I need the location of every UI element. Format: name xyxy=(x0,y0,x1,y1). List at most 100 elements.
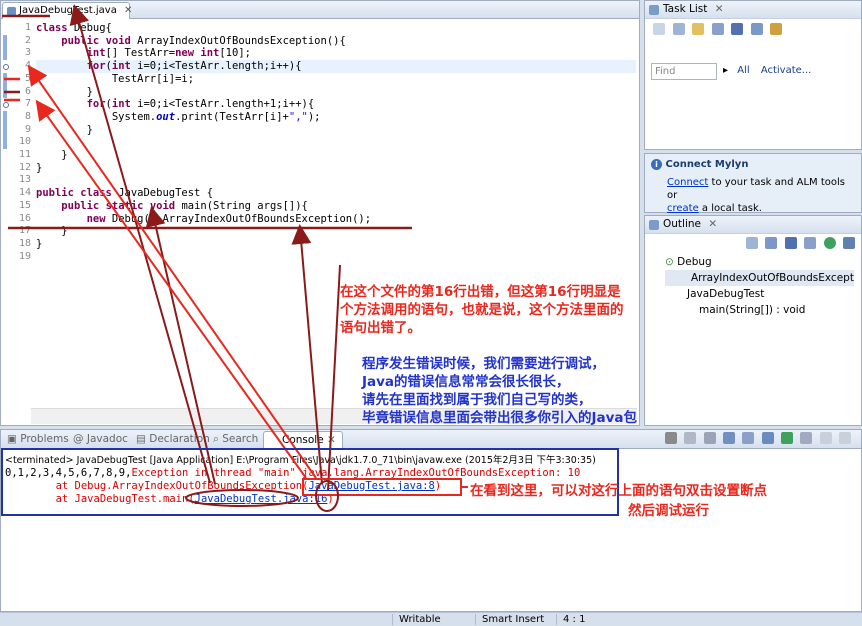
problems-icon: ▣ xyxy=(7,433,17,445)
task-list-title: Task List xyxy=(663,3,708,15)
java-file-icon xyxy=(7,7,16,16)
console-output-line: 0,1,2,3,4,5,6,7,8,9,Exception in thread … xyxy=(5,467,580,479)
outline-title: Outline xyxy=(663,218,701,230)
outline-item-main[interactable]: main(String[]) : void xyxy=(665,302,854,318)
hide-fields-icon[interactable] xyxy=(765,237,777,249)
connect-link[interactable]: Connect xyxy=(667,177,708,188)
fold-marker xyxy=(3,136,7,149)
line-number: 2 xyxy=(24,34,31,46)
close-icon[interactable]: ✕ xyxy=(327,434,336,446)
tab-search[interactable]: ⌕ Search xyxy=(213,433,258,446)
declaration-icon: ▤ xyxy=(136,433,146,445)
pin-console-icon[interactable] xyxy=(761,432,774,444)
fold-marker xyxy=(3,72,7,86)
line-numbers: 1 2 3 4 5 6 7 8 9 10 11 12 13 14 15 16 17 18 19 xyxy=(9,22,31,263)
line-number: 1 xyxy=(24,22,31,33)
line-number: 9 xyxy=(24,123,31,135)
javadoc-icon: @ xyxy=(73,433,84,445)
line-number: 8 xyxy=(24,110,31,122)
line-number: 19 xyxy=(18,250,31,262)
filter-icon[interactable] xyxy=(731,23,743,35)
stack-frame-link[interactable]: JavaDebugTest.java:8 xyxy=(308,480,434,492)
annotation-note-run: 然后调试运行 xyxy=(628,503,709,519)
fold-marker xyxy=(3,123,7,137)
tab-declaration[interactable]: ▤ Declaration xyxy=(136,433,210,445)
code-text[interactable]: class Debug{ public void ArrayIndexOutOf… xyxy=(36,22,636,251)
fold-marker xyxy=(3,85,7,99)
open-console-icon[interactable] xyxy=(780,432,793,444)
task-list-toolbar xyxy=(645,19,861,59)
collapse-icon[interactable] xyxy=(750,23,763,35)
terminate-icon[interactable] xyxy=(664,432,677,444)
tab-problems[interactable]: ▣ Problems xyxy=(7,433,69,445)
minimize-icon[interactable] xyxy=(819,432,832,444)
task-list-titlebar: Task List ✕ xyxy=(645,1,861,19)
new-task-icon[interactable] xyxy=(653,23,665,35)
display-console-icon[interactable] xyxy=(800,432,813,444)
hide-local-icon[interactable] xyxy=(823,237,836,249)
editor-tab[interactable]: JavaDebugTest.java ✕ xyxy=(2,2,132,19)
hide-static-icon[interactable] xyxy=(784,237,797,249)
search-icon: ⌕ xyxy=(213,433,219,445)
outline-item-label: main(String[]) : void xyxy=(699,304,806,316)
tab-label: Declaration xyxy=(149,433,210,445)
class-icon: ⊙ xyxy=(665,256,674,268)
tab-javadoc[interactable]: @ Javadoc xyxy=(73,433,128,445)
tab-label: Search xyxy=(222,433,259,445)
line-number: 7 xyxy=(24,98,31,110)
hide-nonpublic-icon[interactable] xyxy=(804,237,816,249)
line-number: 14 xyxy=(18,187,31,199)
task-scope: ▸ All Activate... xyxy=(723,65,811,76)
hide-completed-icon[interactable] xyxy=(711,23,724,35)
mylyn-create-text: a local task. xyxy=(698,203,762,214)
scheduled-icon[interactable] xyxy=(692,23,704,35)
editor-tabbar: JavaDebugTest.java ✕ xyxy=(1,1,639,19)
line-number: 6 xyxy=(24,85,31,97)
line-number: 12 xyxy=(18,161,31,173)
note-line: 请先在里面找到属于我们自己写的类， xyxy=(362,392,592,408)
categorize-icon[interactable] xyxy=(672,23,685,35)
close-icon[interactable]: ✕ xyxy=(708,218,717,230)
console-view: ▣ Problems @ Javadoc ▤ Declaration ⌕ Sea… xyxy=(0,429,862,612)
console-exception: Exception in thread "main" java.lang.Arr… xyxy=(131,467,581,479)
console-tabbar: ▣ Problems @ Javadoc ▤ Declaration ⌕ Sea… xyxy=(1,430,861,449)
line-number: 4 xyxy=(24,60,31,72)
sort-icon[interactable] xyxy=(745,237,758,249)
status-bar: Writable Smart Insert 4 : 1 xyxy=(0,612,862,626)
tab-label: Problems xyxy=(20,433,69,445)
remove-all-icon[interactable] xyxy=(703,432,716,444)
line-number: 15 xyxy=(18,199,31,211)
maximize-icon[interactable] xyxy=(839,432,851,444)
stack-frame-text: at Debug.ArrayIndexOutOfBoundsException( xyxy=(5,480,309,492)
arrow-right-icon[interactable]: ▸ xyxy=(723,65,728,76)
activate-link[interactable]: Activate... xyxy=(761,65,812,76)
mylyn-panel: i Connect Mylyn Connect to your task and… xyxy=(644,153,862,215)
remove-launch-icon[interactable] xyxy=(684,432,697,444)
stack-frame-paren: ) xyxy=(434,480,442,492)
create-link[interactable]: create xyxy=(667,203,699,214)
mylyn-title-row: i Connect Mylyn xyxy=(651,158,855,171)
outline-icon xyxy=(649,220,659,230)
line-number: 17 xyxy=(18,225,31,237)
tab-label: Javadoc xyxy=(86,433,128,445)
line-number: 18 xyxy=(18,237,31,249)
sync-icon[interactable] xyxy=(770,23,782,35)
word-wrap-icon[interactable] xyxy=(742,432,755,444)
console-terminated-line: <terminated> JavaDebugTest [Java Applica… xyxy=(5,455,596,466)
link-editor-icon[interactable] xyxy=(843,237,855,249)
tab-console[interactable]: Console ✕ xyxy=(263,431,343,449)
outline-item-javadebugtest[interactable]: JavaDebugTest xyxy=(665,286,854,302)
scroll-lock-icon[interactable] xyxy=(722,432,735,444)
all-link[interactable]: All xyxy=(737,65,749,76)
close-icon[interactable]: ✕ xyxy=(715,3,724,15)
mylyn-text: Connect to your task and ALM tools or cr… xyxy=(651,176,855,215)
find-input[interactable]: Find xyxy=(651,63,717,80)
console-stack-line-1: at Debug.ArrayIndexOutOfBoundsException(… xyxy=(5,480,442,492)
stack-frame-link[interactable]: JavaDebugTest.java:16 xyxy=(195,493,328,505)
outline-item-debug[interactable]: ⊙ Debug xyxy=(665,254,854,270)
outline-item-method[interactable]: ArrayIndexOutOfBoundsExcept xyxy=(665,270,854,286)
info-icon: i xyxy=(651,159,662,170)
close-icon[interactable]: ✕ xyxy=(124,5,132,16)
fold-marker xyxy=(3,34,7,48)
annotation-note-line16: 在这个文件的第16行出错，但这第16行明显是个方法调用的语句，也就是说，这个方法… xyxy=(340,284,624,336)
